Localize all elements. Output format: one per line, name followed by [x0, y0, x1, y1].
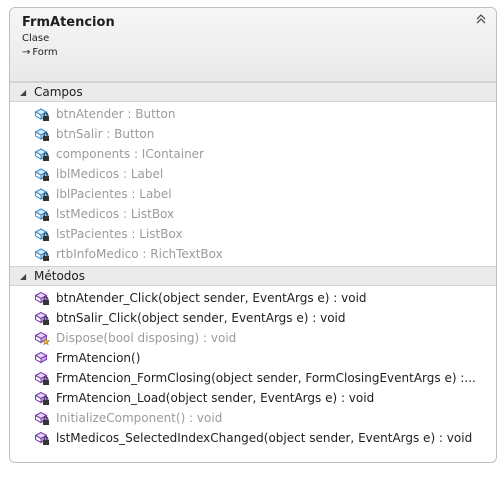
method-item[interactable]: btnAtender_Click(object sender, EventArg…: [10, 288, 496, 308]
method-item-label: FrmAtencion_FormClosing(object sender, F…: [56, 371, 476, 385]
method-item-label: FrmAtencion(): [56, 351, 141, 365]
private-field-icon: [34, 228, 49, 241]
class-name: FrmAtencion: [22, 15, 115, 30]
private-method-icon: [34, 311, 49, 325]
field-item-label: rtbInfoMedico : RichTextBox: [56, 247, 223, 261]
field-item[interactable]: btnAtender : Button: [10, 104, 496, 124]
private-field-icon: [34, 168, 49, 181]
collapse-chevron-icon[interactable]: [474, 12, 488, 26]
public-constructor-icon: [34, 351, 48, 364]
private-field-icon: [34, 208, 49, 221]
field-item-label: lstMedicos : ListBox: [56, 207, 175, 221]
private-method-icon: [34, 371, 49, 385]
inherits-arrow-icon: →: [22, 47, 31, 58]
method-item[interactable]: FrmAtencion_Load(object sender, EventArg…: [10, 388, 496, 408]
method-item[interactable]: lstMedicos_SelectedIndexChanged(object s…: [10, 428, 496, 448]
protected-override-method-icon: [34, 331, 50, 346]
method-item-label: btnSalir_Click(object sender, EventArgs …: [56, 311, 346, 325]
private-method-icon: [34, 291, 49, 305]
private-method-icon: [34, 391, 49, 405]
fields-list: btnAtender : Button btnSalir : Button comp…: [10, 102, 496, 266]
expand-triangle-icon: ◢: [20, 87, 27, 97]
private-field-icon: [34, 148, 49, 161]
method-item-label: Dispose(bool disposing) : void: [56, 331, 237, 345]
field-item[interactable]: components : IContainer: [10, 144, 496, 164]
private-field-icon: [34, 108, 49, 121]
field-item[interactable]: lblMedicos : Label: [10, 164, 496, 184]
field-item-label: lblPacientes : Label: [56, 187, 172, 201]
expand-triangle-icon: ◢: [20, 271, 27, 281]
base-class-name: Form: [32, 47, 58, 58]
method-item-label: lstMedicos_SelectedIndexChanged(object s…: [56, 431, 473, 445]
private-field-icon: [34, 248, 49, 261]
class-diagram-shape[interactable]: FrmAtencion Clase → Form ◢ Campos btnAten…: [9, 7, 497, 463]
field-item[interactable]: lstPacientes : ListBox: [10, 224, 496, 244]
method-item[interactable]: Dispose(bool disposing) : void: [10, 328, 496, 348]
method-item[interactable]: FrmAtencion_FormClosing(object sender, F…: [10, 368, 496, 388]
method-item[interactable]: InitializeComponent() : void: [10, 408, 496, 428]
field-item-label: lblMedicos : Label: [56, 167, 164, 181]
field-item-label: btnAtender : Button: [56, 107, 176, 121]
field-item[interactable]: lblPacientes : Label: [10, 184, 496, 204]
private-field-icon: [34, 128, 49, 141]
field-item[interactable]: lstMedicos : ListBox: [10, 204, 496, 224]
method-item[interactable]: FrmAtencion(): [10, 348, 496, 368]
fields-section-header[interactable]: ◢ Campos: [10, 82, 496, 102]
class-kind: Clase: [22, 33, 50, 44]
method-item-label: InitializeComponent() : void: [56, 411, 223, 425]
method-item-label: FrmAtencion_Load(object sender, EventArg…: [56, 391, 375, 405]
field-item[interactable]: rtbInfoMedico : RichTextBox: [10, 244, 496, 264]
methods-section-label: Métodos: [34, 269, 85, 283]
methods-list: btnAtender_Click(object sender, EventArg…: [10, 286, 496, 450]
field-item-label: components : IContainer: [56, 147, 204, 161]
method-item-label: btnAtender_Click(object sender, EventArg…: [56, 291, 367, 305]
fields-section-label: Campos: [34, 85, 83, 99]
field-item-label: btnSalir : Button: [56, 127, 155, 141]
class-header: FrmAtencion Clase → Form: [10, 8, 496, 82]
base-class: → Form: [22, 46, 496, 60]
private-method-icon: [34, 431, 49, 445]
methods-section-header[interactable]: ◢ Métodos: [10, 266, 496, 286]
private-method-icon: [34, 411, 49, 425]
field-item[interactable]: btnSalir : Button: [10, 124, 496, 144]
method-item[interactable]: btnSalir_Click(object sender, EventArgs …: [10, 308, 496, 328]
field-item-label: lstPacientes : ListBox: [56, 227, 183, 241]
private-field-icon: [34, 188, 49, 201]
